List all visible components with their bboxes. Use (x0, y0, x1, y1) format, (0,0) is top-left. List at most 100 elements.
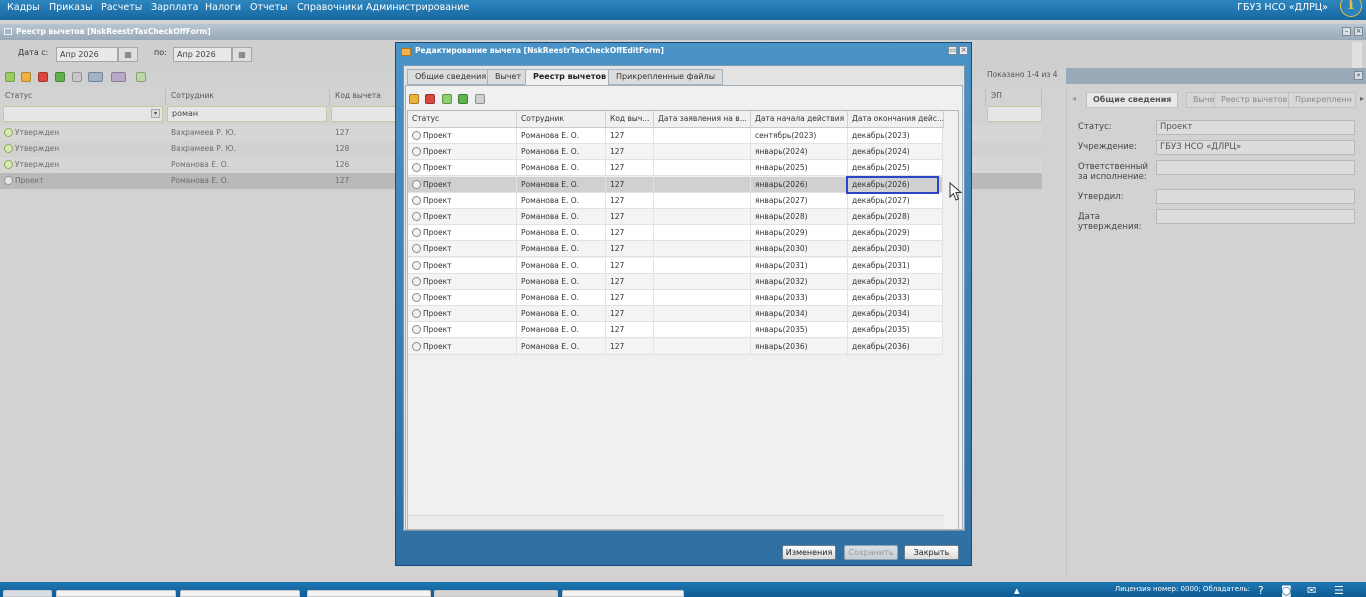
taskbar-item[interactable] (56, 590, 176, 597)
cell-code[interactable]: 127 (610, 322, 654, 339)
table-row[interactable]: Проект Романова Е. О. 127 январь(2025) декаб… (408, 160, 943, 177)
column-header-signature[interactable]: ЭП (986, 89, 1042, 105)
add-icon[interactable] (5, 72, 15, 82)
cell-status[interactable]: Проект (412, 225, 517, 242)
delete-icon[interactable] (38, 72, 48, 82)
cell-end-date[interactable]: декабрь(2024) (852, 144, 943, 161)
cell-application-date[interactable] (658, 322, 751, 339)
tab-registry[interactable]: Реестр вычетов (1214, 92, 1295, 108)
column-header-status[interactable]: Статус (0, 89, 166, 105)
column-header-end-date[interactable]: Дата окончания дейс... (848, 111, 944, 127)
mail-icon[interactable]: ✉ (1307, 585, 1316, 597)
employee-filter-input[interactable]: роман (167, 106, 327, 122)
signature-filter-input[interactable] (987, 106, 1042, 122)
table-row[interactable]: Проект Романова Е. О. 127 январь(2028) декаб… (408, 209, 943, 225)
column-header-employee[interactable]: Сотрудник (517, 111, 606, 127)
menu-item-otchety[interactable]: Отчеты (250, 1, 288, 14)
menu-item-raschety[interactable]: Расчеты (101, 1, 142, 14)
cell-end-date[interactable]: декабрь(2027) (852, 192, 943, 209)
unapprove-icon[interactable] (475, 94, 485, 104)
cell-application-date[interactable] (658, 144, 751, 161)
up-arrow-icon[interactable]: ▴ (1014, 585, 1020, 597)
taskbar-item[interactable] (562, 590, 684, 597)
cell-code[interactable]: 127 (610, 144, 654, 161)
cell-start-date[interactable]: январь(2026) (755, 176, 848, 193)
cell-status[interactable]: Проект (412, 176, 517, 193)
close-icon[interactable]: × (959, 46, 968, 55)
menu-icon[interactable]: ☰ (1334, 585, 1344, 597)
close-button[interactable]: Закрыть (904, 545, 959, 560)
cell-code[interactable]: 127 (610, 192, 654, 209)
cell-start-date[interactable]: январь(2028) (755, 209, 848, 225)
responsible-field[interactable] (1156, 160, 1355, 175)
institution-field[interactable]: ГБУЗ НСО «ДЛРЦ» (1156, 140, 1355, 155)
minimize-icon[interactable]: – (1342, 27, 1351, 36)
approved-by-field[interactable] (1156, 189, 1355, 204)
cell-end-date[interactable]: декабрь(2036) (852, 338, 943, 355)
column-header-employee[interactable]: Сотрудник (166, 89, 330, 105)
cell-start-date[interactable]: январь(2031) (755, 257, 848, 274)
edit-icon[interactable] (21, 72, 31, 82)
cell-end-date[interactable]: декабрь(2030) (852, 241, 943, 258)
date-to-calendar-icon[interactable]: ▦ (232, 47, 252, 62)
cell-end-date[interactable]: декабрь(2033) (852, 290, 943, 306)
cell-start-date[interactable]: январь(2027) (755, 192, 848, 209)
cell-start-date[interactable]: сентябрь(2023) (755, 128, 848, 144)
refresh-icon[interactable] (136, 72, 146, 82)
cell-employee[interactable]: Романова Е. О. (521, 322, 606, 339)
menu-item-administrirovanie[interactable]: Администрирование (366, 1, 469, 14)
table-row[interactable]: Проект Романова Е. О. 127 январь(2035) декаб… (408, 322, 943, 339)
tab-attachments[interactable]: Прикрепленн (1288, 92, 1356, 108)
table-row[interactable]: Проект Романова Е. О. 127 январь(2031) декаб… (408, 257, 943, 274)
cell-end-date[interactable]: декабрь(2028) (852, 209, 943, 225)
cell-start-date[interactable]: январь(2035) (755, 322, 848, 339)
status-filter-select[interactable]: ▾ (3, 106, 163, 122)
cell-employee[interactable]: Романова Е. О. (521, 225, 606, 242)
cell-employee[interactable]: Романова Е. О. (521, 306, 606, 323)
unapprove-icon[interactable] (72, 72, 82, 82)
cell-employee[interactable]: Романова Е. О. (521, 290, 606, 306)
cell-end-date[interactable]: декабрь(2025) (852, 160, 943, 177)
cell-employee[interactable]: Романова Е. О. (521, 241, 606, 258)
changes-button[interactable]: Изменения (782, 545, 836, 560)
cell-status[interactable]: Проект (412, 273, 517, 290)
cell-start-date[interactable]: январь(2024) (755, 144, 848, 161)
menu-item-kadry[interactable]: Кадры (7, 1, 40, 14)
cell-status[interactable]: Проект (412, 290, 517, 306)
tab-scroll-left-icon[interactable]: ◂ (1072, 94, 1076, 103)
cell-employee[interactable]: Романова Е. О. (521, 257, 606, 274)
cell-code[interactable]: 127 (610, 290, 654, 306)
tab-registry[interactable]: Реестр вычетов (525, 69, 615, 85)
menu-item-zarplata[interactable]: Зарплата (151, 1, 198, 14)
cell-code[interactable]: 127 (610, 257, 654, 274)
cell-code[interactable]: 127 (610, 128, 654, 144)
cell-status[interactable]: Проект (412, 192, 517, 209)
cell-start-date[interactable]: январь(2030) (755, 241, 848, 258)
column-header-start-date[interactable]: Дата начала действия (751, 111, 848, 127)
tab-attachments[interactable]: Прикрепленные файлы (608, 69, 724, 85)
cell-application-date[interactable] (658, 257, 751, 274)
cell-start-date[interactable]: январь(2025) (755, 160, 848, 177)
table-row[interactable]: Проект Романова Е. О. 127 январь(2032) декаб… (408, 273, 943, 290)
cell-application-date[interactable] (658, 273, 751, 290)
cell-code[interactable]: 127 (610, 338, 654, 355)
cell-end-date[interactable]: декабрь(2023) (852, 128, 943, 144)
menu-item-nalogi[interactable]: Налоги (205, 1, 241, 14)
table-row[interactable]: Проект Романова Е. О. 127 январь(2029) декаб… (408, 225, 943, 242)
cell-status[interactable]: Проект (412, 160, 517, 177)
cell-code[interactable]: 127 (610, 160, 654, 177)
cell-employee[interactable]: Романова Е. О. (521, 160, 606, 177)
cell-application-date[interactable] (658, 338, 751, 355)
cell-employee[interactable]: Романова Е. О. (521, 273, 606, 290)
cell-application-date[interactable] (658, 241, 751, 258)
cell-status[interactable]: Проект (412, 144, 517, 161)
horizontal-scrollbar[interactable] (408, 515, 944, 529)
cell-code[interactable]: 127 (610, 176, 654, 193)
taskbar-item[interactable] (307, 590, 431, 597)
cell-application-date[interactable] (658, 225, 751, 242)
expand-icon[interactable]: » (1354, 71, 1363, 80)
table-row[interactable]: Проект Романова Е. О. 127 январь(2036) декаб… (408, 338, 943, 355)
cell-employee[interactable]: Романова Е. О. (521, 128, 606, 144)
refresh-icon[interactable] (442, 94, 452, 104)
cell-application-date[interactable] (658, 192, 751, 209)
